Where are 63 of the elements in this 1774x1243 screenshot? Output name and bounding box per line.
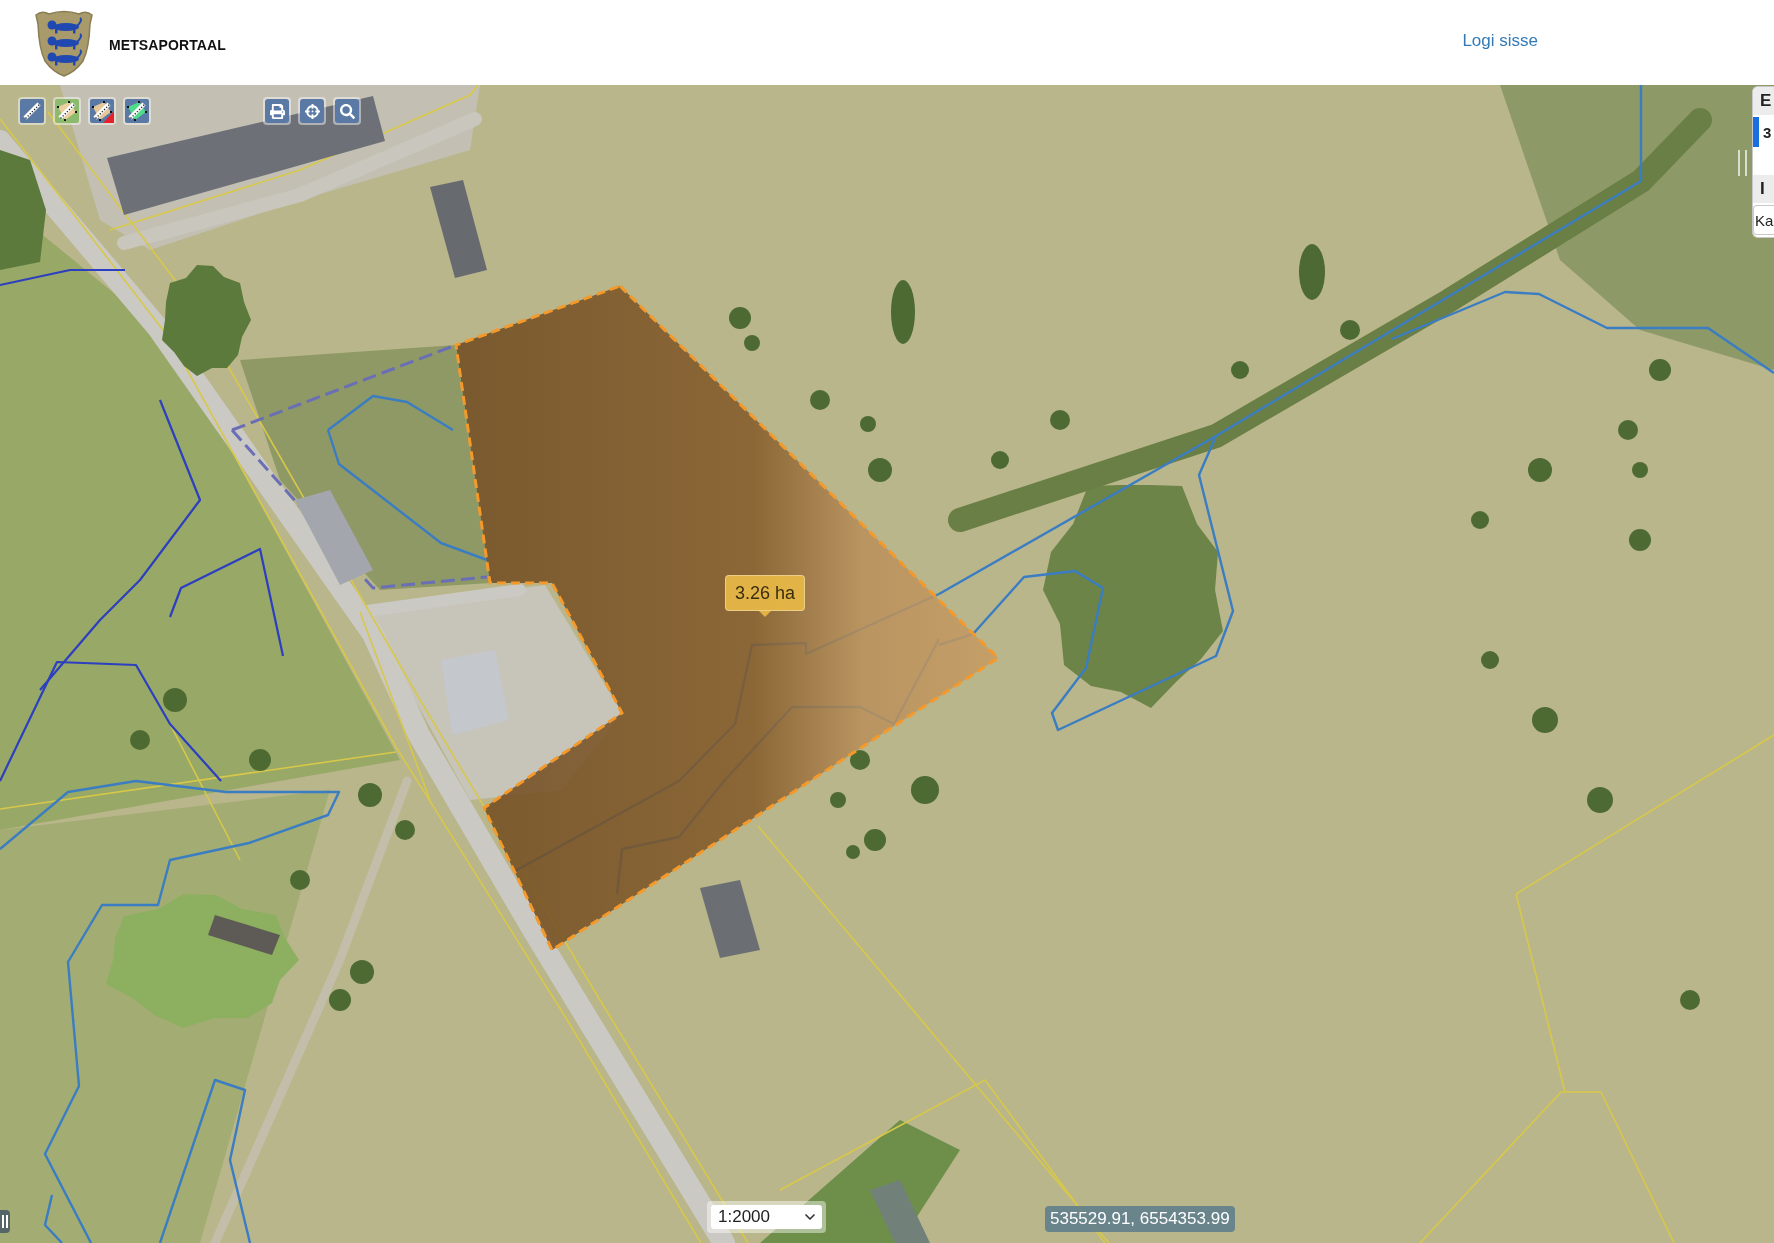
tree	[249, 749, 271, 771]
tree	[1629, 529, 1651, 551]
tree	[1618, 420, 1638, 440]
print-button[interactable]	[263, 97, 291, 125]
crosshair-icon	[300, 99, 324, 123]
locate-button[interactable]	[298, 97, 326, 125]
tree	[810, 390, 830, 410]
mouse-coordinates: 535529.91, 6554353.99	[1045, 1206, 1235, 1232]
measure-area-button[interactable]	[53, 97, 81, 125]
search-icon	[335, 99, 359, 123]
tree	[1632, 462, 1648, 478]
tree	[1587, 787, 1613, 813]
measure-tooltip: 3.26 ha	[725, 575, 806, 617]
grip-lines-icon[interactable]	[1738, 150, 1747, 176]
tree	[729, 307, 751, 329]
tree	[395, 820, 415, 840]
tree	[1680, 990, 1700, 1010]
tree	[1532, 707, 1558, 733]
tree	[130, 730, 150, 750]
tree	[1050, 410, 1070, 430]
measure-distance-button[interactable]	[18, 97, 46, 125]
tree	[1528, 458, 1552, 482]
building	[208, 915, 280, 955]
search-button[interactable]	[333, 97, 361, 125]
lion-shield-logo	[33, 8, 95, 77]
tree	[850, 750, 870, 770]
tree	[163, 688, 187, 712]
vertical-bars-icon	[2, 1215, 8, 1228]
tree	[860, 416, 876, 432]
tree	[1231, 361, 1249, 379]
tree	[891, 280, 915, 344]
tree	[1649, 359, 1671, 381]
panel-heading: E	[1753, 87, 1774, 115]
tree	[1481, 651, 1499, 669]
tree	[1340, 320, 1360, 340]
printer-icon	[265, 99, 289, 123]
ruler-icon	[20, 99, 44, 123]
tree	[1299, 244, 1325, 300]
ruler-area-icon	[125, 99, 149, 123]
scale-select[interactable]: 1:2000	[711, 1205, 822, 1229]
panel-heading: I	[1753, 175, 1774, 203]
ruler-polygon-icon	[55, 99, 79, 123]
tree	[868, 458, 892, 482]
tree	[358, 783, 382, 807]
tree	[1471, 511, 1489, 529]
building	[870, 1180, 930, 1243]
tree	[744, 335, 760, 351]
panel-list-item[interactable]: 3	[1753, 117, 1774, 147]
tree	[290, 870, 310, 890]
tree	[830, 792, 846, 808]
edge-toggle-button[interactable]	[0, 1210, 10, 1233]
ruler-corner-icon	[90, 99, 114, 123]
panel-list-item[interactable]: Ka	[1753, 205, 1774, 235]
tree	[846, 845, 860, 859]
measure-tool-button[interactable]	[123, 97, 151, 125]
measure-tool-button[interactable]	[88, 97, 116, 125]
tree	[991, 451, 1009, 469]
login-link[interactable]: Logi sisse	[1462, 30, 1538, 51]
tree	[329, 989, 351, 1011]
tree	[350, 960, 374, 984]
tree	[911, 776, 939, 804]
tree	[864, 829, 886, 851]
site-title: METSAPORTAAL	[109, 36, 226, 53]
